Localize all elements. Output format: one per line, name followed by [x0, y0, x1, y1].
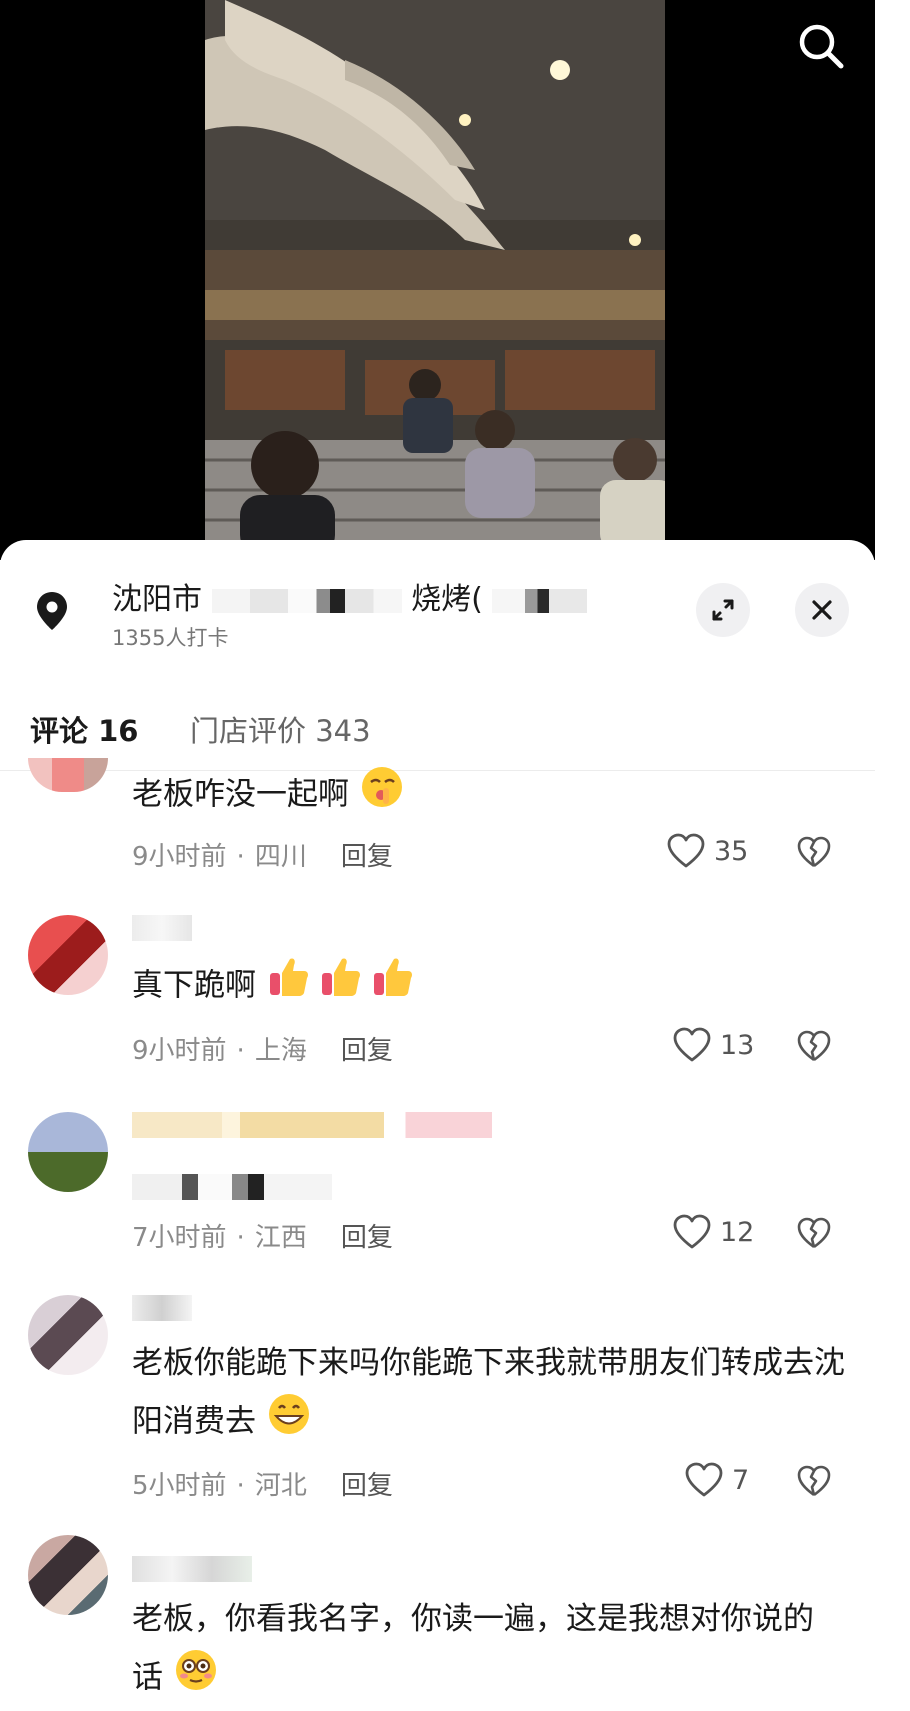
like-count: 35: [714, 835, 749, 867]
broken-heart-icon: [797, 1217, 831, 1249]
search-icon[interactable]: [795, 20, 849, 74]
avatar[interactable]: [28, 1535, 108, 1615]
comment-text: 老板，你看我名字，你读一遍，这是我想对你说的话: [132, 1591, 832, 1711]
redacted-text: [211, 588, 402, 613]
comment-meta: 7小时前 · 江西 回复: [132, 1217, 393, 1254]
comment-meta: 9小时前 · 四川 回复: [132, 836, 393, 873]
location-pin-icon: [30, 588, 74, 632]
thumbs-up-emoji-icon: [266, 955, 416, 1019]
shushing-face-emoji-icon: [359, 764, 405, 828]
avatar[interactable]: [28, 915, 108, 995]
expand-icon: [712, 599, 734, 621]
tab-bar: 评论 16 门店评价 343: [0, 690, 875, 771]
heart-icon: [667, 833, 705, 868]
video-frame-restaurant-scene: [205, 0, 665, 545]
tab-comments[interactable]: 评论 16: [30, 708, 138, 750]
place-name: 沈阳市 烧烤(: [112, 574, 588, 618]
close-button[interactable]: [795, 583, 849, 637]
comment-meta: 5小时前 · 河北 回复: [132, 1465, 393, 1502]
broken-heart-icon: [797, 1030, 831, 1062]
place-name-prefix: 沈阳市: [112, 582, 202, 617]
broken-heart-icon: [797, 836, 831, 868]
video-edge: [875, 0, 910, 560]
separator-dot: ·: [236, 1223, 245, 1253]
comment-time: 9小时前: [132, 1036, 227, 1066]
comment-time: 9小时前: [132, 842, 227, 872]
close-icon: [812, 600, 832, 620]
redacted-text: [492, 588, 588, 613]
avatar[interactable]: [28, 1112, 108, 1192]
comment-region: 上海: [254, 1036, 307, 1066]
heart-icon: [685, 1462, 723, 1497]
comment-text: 老板咋没一起啊: [132, 764, 852, 828]
comment-time: 7小时前: [132, 1223, 227, 1253]
avatar[interactable]: [28, 1295, 108, 1375]
username-redacted: [132, 915, 192, 941]
comment-region: 江西: [254, 1223, 307, 1253]
reply-button[interactable]: 回复: [341, 1223, 393, 1253]
comment-text-redacted: [132, 1174, 332, 1200]
heart-icon: [673, 1214, 711, 1249]
checkin-count: 1355人打卡: [112, 626, 229, 650]
like-count: 7: [732, 1464, 750, 1496]
comment-meta: 9小时前 · 上海 回复: [132, 1030, 393, 1067]
like-button[interactable]: 7: [684, 1461, 749, 1499]
expand-button[interactable]: [696, 583, 750, 637]
comment-text: 老板你能跪下来吗你能跪下来我就带朋友们转成去沈阳消费去: [132, 1335, 852, 1455]
comment-text: 真下跪啊: [132, 955, 852, 1019]
like-button[interactable]: 12: [672, 1213, 754, 1251]
like-button[interactable]: 13: [672, 1026, 754, 1064]
separator-dot: ·: [236, 842, 245, 872]
username-redacted: [132, 1112, 492, 1138]
like-button[interactable]: 35: [666, 832, 748, 870]
comment-region: 四川: [254, 842, 307, 872]
username-redacted: [132, 1295, 192, 1321]
comment-time: 5小时前: [132, 1471, 227, 1501]
video-player[interactable]: [0, 0, 910, 560]
dislike-button[interactable]: [796, 1215, 832, 1251]
reply-button[interactable]: 回复: [341, 842, 393, 872]
dislike-button[interactable]: [796, 1463, 832, 1499]
broken-heart-icon: [797, 1465, 831, 1497]
tab-store-reviews[interactable]: 门店评价 343: [190, 708, 371, 750]
dislike-button[interactable]: [796, 1028, 832, 1064]
heart-icon: [673, 1027, 711, 1062]
grinning-face-emoji-icon: [266, 1391, 312, 1455]
separator-dot: ·: [236, 1036, 245, 1066]
comment-region: 河北: [254, 1471, 307, 1501]
like-count: 13: [720, 1029, 755, 1061]
dislike-button[interactable]: [796, 834, 832, 870]
separator-dot: ·: [236, 1471, 245, 1501]
flushed-face-emoji-icon: [173, 1647, 219, 1711]
reply-button[interactable]: 回复: [341, 1471, 393, 1501]
place-name-suffix: 烧烤(: [411, 582, 483, 617]
reply-button[interactable]: 回复: [341, 1036, 393, 1066]
username-redacted: [132, 1556, 252, 1582]
like-count: 12: [720, 1216, 755, 1248]
